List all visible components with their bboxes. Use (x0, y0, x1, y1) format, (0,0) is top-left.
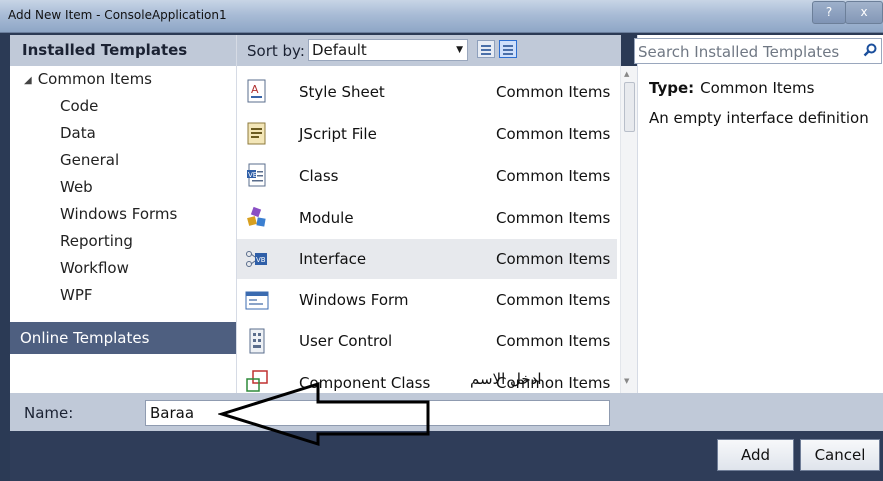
tree-item-web[interactable]: Web (10, 174, 236, 201)
sort-toolbar: Sort by: Default ▼ (237, 35, 621, 66)
template-row-jscript-file[interactable]: JScript File Common Items (237, 114, 617, 154)
template-category: Common Items (496, 332, 611, 350)
sort-dropdown[interactable]: Default ▼ (308, 39, 468, 61)
details-panel: Type: Common Items An empty interface def… (634, 35, 883, 393)
title-bar: Add New Item - ConsoleApplication1 ? x (0, 0, 883, 33)
dropdown-arrow-icon: ▼ (456, 45, 463, 55)
help-button[interactable]: ? (812, 1, 846, 24)
tree-item-general[interactable]: General (10, 147, 236, 174)
template-category-tree: ◢ Common Items Code Data General Web Wind… (10, 66, 236, 309)
add-button[interactable]: Add (717, 439, 794, 471)
template-name: Style Sheet (299, 83, 385, 101)
scroll-down-icon[interactable]: ▼ (624, 377, 629, 385)
expand-arrow-icon[interactable]: ◢ (24, 75, 32, 86)
template-name: Interface (299, 250, 367, 268)
template-name: User Control (299, 332, 393, 350)
name-bar: Name: (10, 393, 883, 431)
tree-item-common-items[interactable]: ◢ Common Items (10, 66, 236, 93)
type-label: Type: (649, 79, 695, 97)
template-category: Common Items (496, 83, 611, 101)
template-row-style-sheet[interactable]: A Style Sheet Common Items (237, 72, 617, 112)
template-name: JScript File (299, 125, 377, 143)
type-value: Common Items (700, 79, 815, 97)
template-category: Common Items (496, 167, 611, 185)
tree-item-wpf[interactable]: WPF (10, 282, 236, 309)
template-category: Common Items (496, 374, 611, 392)
template-row-interface[interactable]: VB Interface Common Items (237, 239, 617, 279)
cancel-button[interactable]: Cancel (800, 439, 880, 471)
user-control-icon (249, 328, 265, 354)
close-button[interactable]: x (845, 1, 883, 24)
template-category: Common Items (496, 291, 611, 309)
template-name: Class (299, 167, 339, 185)
small-icons-view-button[interactable] (477, 40, 495, 58)
template-row-windows-form[interactable]: Windows Form Common Items (237, 280, 617, 320)
medium-icons-view-button[interactable] (499, 40, 517, 58)
svg-text:VB: VB (256, 256, 266, 264)
tree-item-windows-forms[interactable]: Windows Forms (10, 201, 236, 228)
template-list: A Style Sheet Common Items JScript File … (237, 66, 621, 393)
template-category: Common Items (496, 209, 611, 227)
window-title: Add New Item - ConsoleApplication1 (8, 8, 227, 22)
tree-item-workflow[interactable]: Workflow (10, 255, 236, 282)
template-row-component-class[interactable]: Component Class Common Items (237, 363, 617, 393)
template-name: Component Class (299, 374, 431, 392)
sort-label: Sort by: (247, 42, 305, 60)
tree-item-reporting[interactable]: Reporting (10, 228, 236, 255)
tree-item-code[interactable]: Code (10, 93, 236, 120)
name-input[interactable] (145, 400, 610, 426)
search-input[interactable] (635, 39, 860, 65)
button-bar: Add Cancel (10, 431, 883, 481)
template-row-module[interactable]: Module Common Items (237, 198, 617, 238)
installed-templates-header[interactable]: Installed Templates (10, 35, 236, 66)
tree-item-data[interactable]: Data (10, 120, 236, 147)
svg-text:A: A (251, 83, 259, 96)
windows-form-icon (245, 291, 269, 310)
name-label: Name: (24, 404, 74, 422)
template-row-user-control[interactable]: User Control Common Items (237, 321, 617, 361)
interface-icon: VB (246, 251, 267, 267)
jscript-file-icon (247, 122, 266, 145)
component-class-icon (246, 370, 268, 392)
svg-text:VB: VB (248, 171, 258, 179)
template-list-scrollbar[interactable]: ▲ ▼ (620, 66, 637, 393)
template-category: Common Items (496, 250, 611, 268)
search-icon[interactable] (862, 42, 878, 58)
template-row-class[interactable]: VB Class Common Items (237, 156, 617, 196)
template-description: An empty interface definition (649, 109, 869, 127)
tree-item-label: Common Items (37, 70, 152, 88)
scroll-thumb[interactable] (624, 82, 635, 132)
templates-tree-panel: Installed Templates ◢ Common Items Code D… (10, 35, 237, 393)
sort-value: Default (312, 41, 367, 59)
search-box[interactable] (634, 38, 882, 65)
style-sheet-icon: A (247, 79, 266, 103)
template-name: Module (299, 209, 354, 227)
scroll-up-icon[interactable]: ▲ (624, 70, 629, 78)
class-icon: VB (247, 163, 266, 187)
template-category: Common Items (496, 125, 611, 143)
template-type: Type: Common Items (649, 79, 814, 97)
module-icon (247, 206, 266, 227)
online-templates-header[interactable]: Online Templates (10, 322, 236, 354)
template-name: Windows Form (299, 291, 409, 309)
